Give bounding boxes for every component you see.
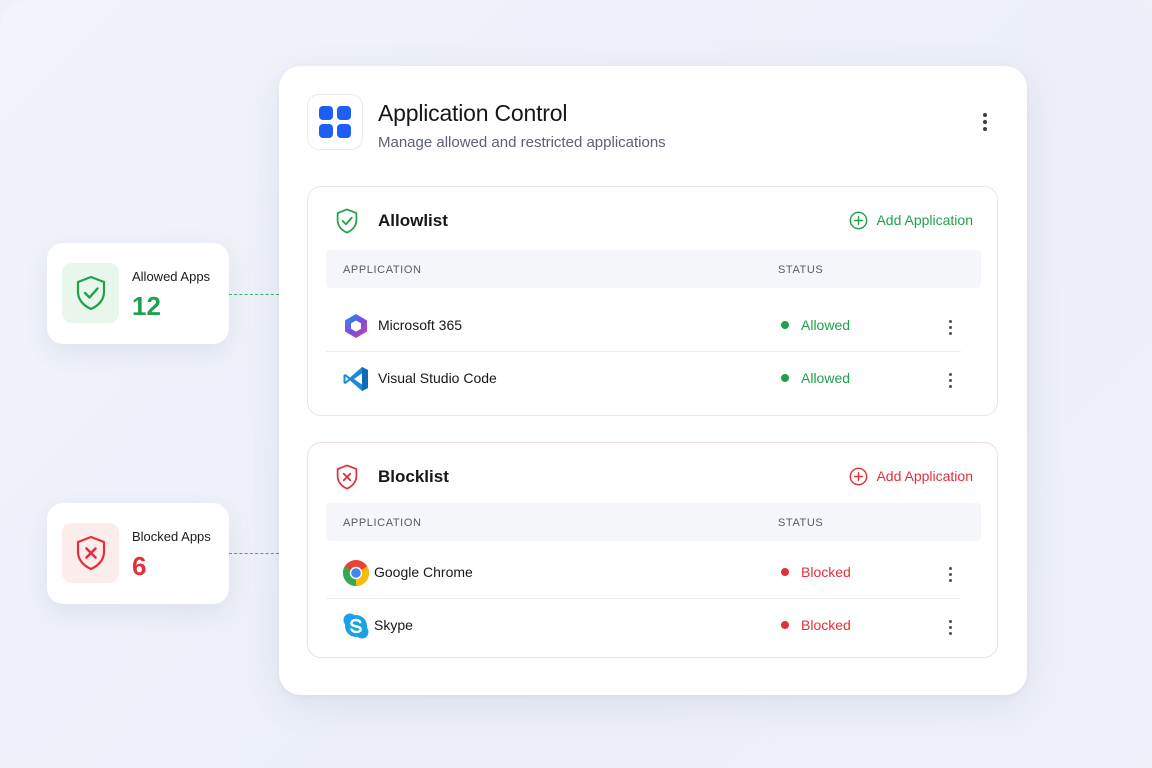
vscode-icon xyxy=(341,364,371,394)
add-application-label: Add Application xyxy=(876,212,973,228)
allowed-apps-label: Allowed Apps xyxy=(132,269,211,284)
plus-circle-icon xyxy=(850,211,868,229)
allowlist-title: Allowlist xyxy=(378,211,448,230)
allowlist-section: Allowlist Add Application APPLICATION ST… xyxy=(307,186,998,416)
app-name: Skype xyxy=(374,617,413,633)
table-row[interactable]: Skype Blocked xyxy=(326,599,961,652)
add-application-label: Add Application xyxy=(876,468,973,484)
status-text: Blocked xyxy=(801,564,851,580)
status-dot xyxy=(781,321,789,329)
app-name: Microsoft 365 xyxy=(378,317,463,333)
allowed-connector-line xyxy=(229,294,279,295)
more-options-icon[interactable] xyxy=(975,112,995,132)
shield-x-icon xyxy=(62,523,119,583)
column-header-status: STATUS xyxy=(778,264,824,276)
status-dot xyxy=(781,374,789,382)
status-text: Allowed xyxy=(801,370,851,386)
plus-circle-icon xyxy=(850,467,868,485)
column-header-application: APPLICATION xyxy=(343,517,422,529)
skype-icon xyxy=(341,611,371,641)
row-menu-icon[interactable] xyxy=(940,370,960,390)
status-badge: Blocked xyxy=(781,617,851,633)
blocked-apps-label: Blocked Apps xyxy=(132,529,211,544)
column-header-status: STATUS xyxy=(778,517,824,529)
row-menu-icon[interactable] xyxy=(940,317,960,337)
blocked-connector-line xyxy=(229,553,279,554)
table-row[interactable]: Google Chrome Blocked xyxy=(326,546,961,599)
application-control-panel: Application Control Manage allowed and r… xyxy=(279,66,1027,695)
row-menu-icon[interactable] xyxy=(940,564,960,584)
page-title: Application Control xyxy=(378,100,568,126)
page-subtitle: Manage allowed and restricted applicatio… xyxy=(378,134,666,151)
status-badge: Allowed xyxy=(781,317,850,333)
column-header-application: APPLICATION xyxy=(343,264,422,276)
shield-x-icon xyxy=(328,458,366,496)
status-text: Blocked xyxy=(801,617,851,633)
add-blocked-application-button[interactable]: Add Application xyxy=(849,465,973,487)
status-badge: Blocked xyxy=(781,564,851,580)
blocked-apps-card: Blocked Apps 6 xyxy=(47,503,229,604)
allowed-apps-count: 12 xyxy=(132,291,161,321)
blocklist-table-header: APPLICATION STATUS xyxy=(326,503,981,541)
status-text: Allowed xyxy=(801,317,851,333)
table-row[interactable]: Visual Studio Code Allowed xyxy=(326,352,961,405)
microsoft-365-icon xyxy=(341,311,371,341)
add-allowed-application-button[interactable]: Add Application xyxy=(849,209,973,231)
status-dot xyxy=(781,621,789,629)
google-chrome-icon xyxy=(341,558,371,588)
status-dot xyxy=(781,568,789,576)
apps-grid-icon xyxy=(307,94,363,150)
row-menu-icon[interactable] xyxy=(940,617,960,637)
blocklist-title: Blocklist xyxy=(378,467,449,486)
shield-check-icon xyxy=(62,263,119,323)
table-row[interactable]: Microsoft 365 Allowed xyxy=(326,299,961,352)
blocklist-section: Blocklist Add Application APPLICATION ST… xyxy=(307,442,998,658)
blocked-apps-count: 6 xyxy=(132,551,147,581)
status-badge: Allowed xyxy=(781,370,850,386)
shield-check-icon xyxy=(328,202,366,240)
allowlist-table-header: APPLICATION STATUS xyxy=(326,250,981,288)
app-name: Visual Studio Code xyxy=(378,370,497,386)
allowed-apps-card: Allowed Apps 12 xyxy=(47,243,229,344)
app-name: Google Chrome xyxy=(374,564,473,580)
